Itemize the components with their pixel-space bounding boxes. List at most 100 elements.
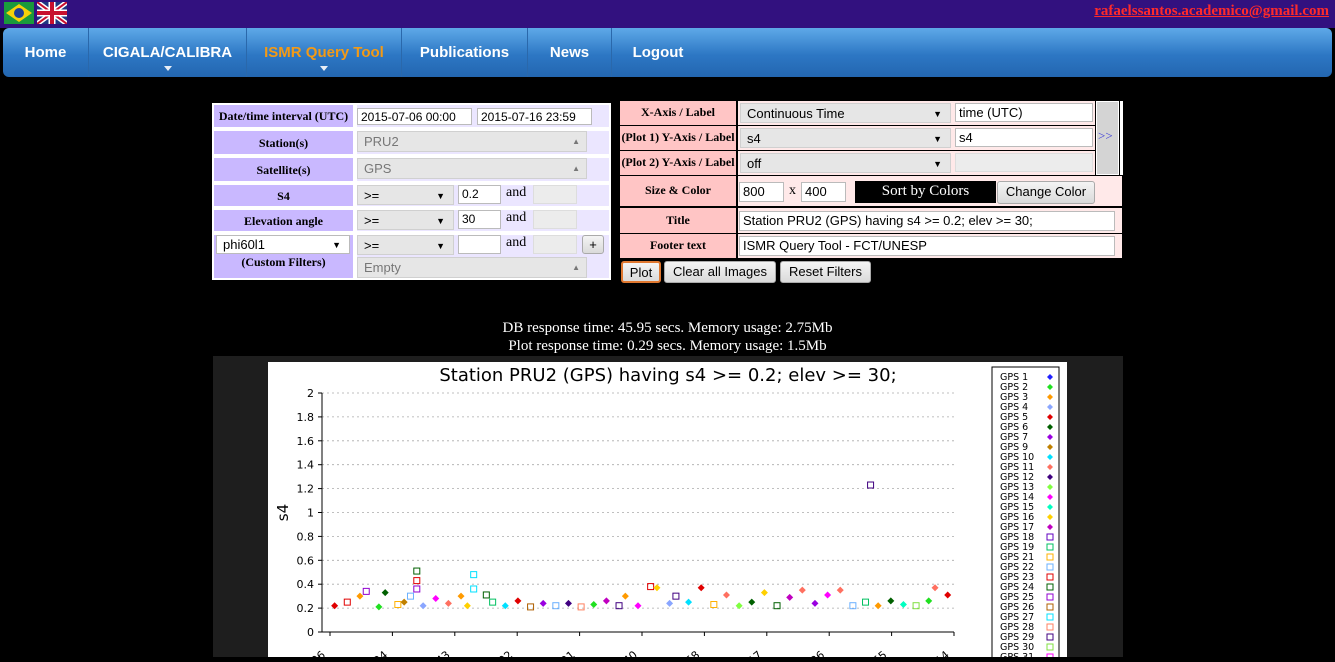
main-nav: Home CIGALA/CALIBRA ISMR Query Tool Publ… [3,28,1332,77]
data-point [375,603,383,611]
data-point [457,592,465,600]
s4-operator-select[interactable]: >= ▼ [357,185,454,205]
x-label-input[interactable]: time (UTC) [955,103,1093,122]
x-axis-select[interactable]: Continuous Time ▼ [740,103,951,123]
data-point [887,597,895,605]
x-tick-label: :06 [306,648,328,657]
custom-field-select[interactable]: phi60l1 ▼ [216,235,350,254]
custom-and-label: and [506,235,527,250]
footer-input[interactable]: ISMR Query Tool - FCT/UNESP [739,236,1115,256]
custom-operator-select[interactable]: >= ▼ [357,235,454,255]
data-point [539,599,547,607]
y-tick-label: 0.6 [297,554,315,567]
y-tick-label: 1.6 [297,435,315,448]
data-point [899,601,907,609]
y2-label-input[interactable] [955,153,1093,172]
data-point [406,592,414,600]
dropdown-arrow-icon: ▼ [436,191,445,201]
data-point [925,597,933,605]
x-tick-label: :17 [743,648,765,657]
data-point [748,598,756,606]
data-point [444,599,452,607]
s4-operator-value: >= [364,188,380,203]
plot-button[interactable]: Plot [621,261,661,283]
data-point [931,584,939,592]
brazil-flag-icon[interactable] [4,2,34,24]
y-tick-label: 0 [307,626,314,639]
data-point [735,602,743,610]
station-label: Station(s) [212,129,355,156]
s4-min-input[interactable]: 0.2 [458,185,501,204]
change-color-button[interactable]: Change Color [997,181,1095,204]
y1-axis-select[interactable]: s4 ▼ [740,128,951,148]
y1-axis-value: s4 [747,131,761,146]
custom-values-value: Empty [364,260,401,275]
y2-axis-select[interactable]: off ▼ [740,153,951,173]
x-tick-label: :55 [868,648,890,657]
user-email-link[interactable]: rafaelssantos.academico@gmail.com [1094,3,1329,20]
data-point [672,592,680,600]
expand-button[interactable]: >> [1096,101,1119,175]
data-point [786,593,794,601]
data-point [634,602,642,610]
sort-by-colors-toggle[interactable]: Sort by Colors [855,181,996,203]
satellite-value: GPS [364,161,392,176]
size-color-label: Size & Color [620,176,736,206]
nav-home[interactable]: Home [3,28,89,77]
custom-min-input[interactable] [458,235,501,254]
elev-operator-select[interactable]: >= ▼ [357,210,454,230]
nav-logout[interactable]: Logout [612,28,704,77]
s4-label: S4 [212,183,355,208]
data-point [602,597,610,605]
dropdown-arrow-icon: ▼ [933,159,942,169]
satellite-select[interactable]: GPS ▲ [357,158,587,179]
data-point [577,603,585,611]
nav-cigala-calibra[interactable]: CIGALA/CALIBRA [89,28,247,77]
reset-filters-button[interactable]: Reset Filters [780,261,871,283]
elev-min-input[interactable]: 30 [458,210,501,229]
x-tick-label: :24 [368,648,390,657]
data-point [489,598,497,606]
nav-ismr-query-tool[interactable]: ISMR Query Tool [247,28,402,77]
y-tick-label: 1.4 [297,459,315,472]
db-response-text: DB response time: 45.95 secs. Memory usa… [502,320,833,336]
data-point [722,591,730,599]
height-input[interactable]: 400 [801,182,846,202]
data-point [381,589,389,597]
nav-news[interactable]: News [528,28,612,77]
custom-values-select[interactable]: Empty ▲ [357,257,587,278]
title-label: Title [620,208,736,233]
clear-images-button[interactable]: Clear all Images [664,261,776,283]
x-tick-label: :21 [556,648,578,657]
data-point [564,599,572,607]
data-point [944,591,952,599]
date-start-input[interactable]: 2015-07-06 00:00 [357,108,472,125]
uk-flag-icon[interactable] [37,2,67,24]
data-point [470,585,478,593]
date-end-input[interactable]: 2015-07-16 23:59 [477,108,592,125]
nav-publications[interactable]: Publications [402,28,528,77]
station-select[interactable]: PRU2 ▲ [357,131,587,152]
add-filter-button[interactable]: + [582,235,604,254]
satellite-label: Satellite(s) [212,156,355,183]
data-point [432,595,440,603]
title-input[interactable]: Station PRU2 (GPS) having s4 >= 0.2; ele… [739,211,1115,231]
data-point [811,599,819,607]
elevation-label: Elevation angle [212,208,355,233]
y1-label-input[interactable]: s4 [955,128,1093,147]
width-input[interactable]: 800 [739,182,784,202]
data-point [836,586,844,594]
data-point [653,584,661,592]
data-point [666,599,674,607]
data-point [824,591,832,599]
x-tick-label: :58 [680,648,702,657]
dropdown-arrow-icon: ▼ [933,134,942,144]
legend-label: GPS 31 [1000,652,1034,657]
custom-max-input[interactable] [533,235,577,254]
updown-arrow-icon: ▲ [572,164,580,173]
s4-max-input[interactable] [533,185,577,204]
data-point [413,585,421,593]
custom-field-value: phi60l1 [223,237,265,252]
elev-max-input[interactable] [533,210,577,229]
top-bar: rafaelssantos.academico@gmail.com [0,0,1335,28]
